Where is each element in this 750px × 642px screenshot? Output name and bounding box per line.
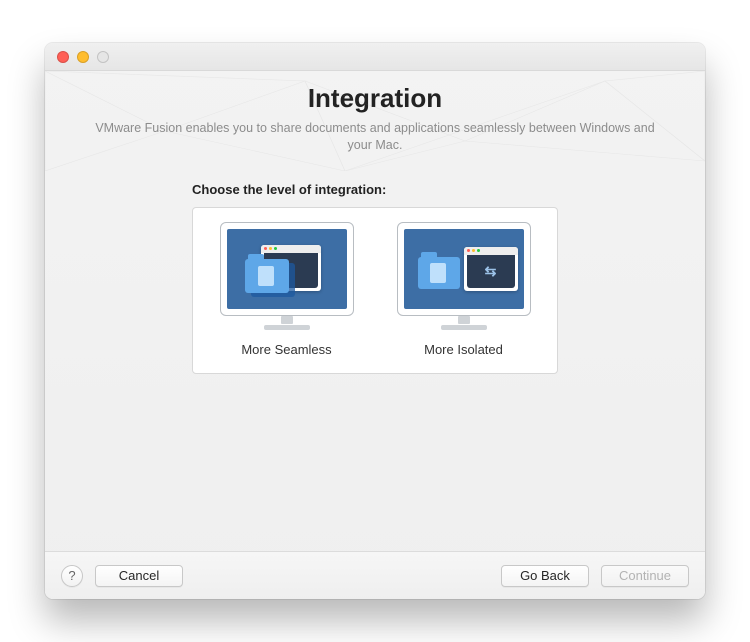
integration-options: More Seamless ⇆ More Isolated: [192, 207, 558, 374]
swap-icon: ⇆: [485, 263, 497, 280]
titlebar[interactable]: [45, 43, 705, 71]
option-label: More Seamless: [209, 342, 364, 357]
page-subtitle: VMware Fusion enables you to share docum…: [95, 120, 655, 154]
option-more-seamless[interactable]: More Seamless: [209, 222, 364, 357]
cancel-button[interactable]: Cancel: [95, 565, 183, 587]
close-icon[interactable]: [57, 51, 69, 63]
monitor-icon: ⇆: [397, 222, 531, 330]
go-back-button[interactable]: Go Back: [501, 565, 589, 587]
help-button[interactable]: ?: [61, 565, 83, 587]
minimize-icon[interactable]: [77, 51, 89, 63]
option-more-isolated[interactable]: ⇆ More Isolated: [386, 222, 541, 357]
monitor-icon: [220, 222, 354, 330]
continue-button: Continue: [601, 565, 689, 587]
zoom-icon: [97, 51, 109, 63]
option-label: More Isolated: [386, 342, 541, 357]
content: Choose the level of integration: More Se…: [45, 162, 705, 551]
footer: ? Cancel Go Back Continue: [45, 551, 705, 599]
header: Integration VMware Fusion enables you to…: [45, 71, 705, 162]
page-title: Integration: [85, 83, 665, 114]
choose-label: Choose the level of integration:: [192, 182, 665, 197]
dialog-window: Integration VMware Fusion enables you to…: [45, 43, 705, 599]
